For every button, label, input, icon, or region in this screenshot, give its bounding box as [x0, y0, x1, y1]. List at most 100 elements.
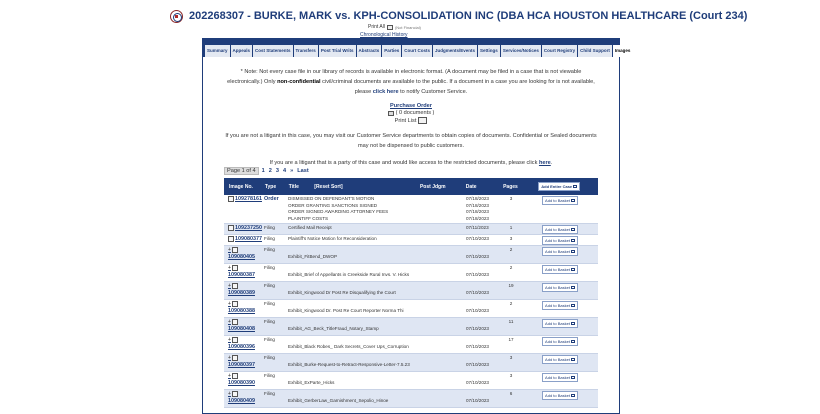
image-number[interactable]: 109080408 — [228, 326, 255, 332]
expand-icon[interactable]: + — [228, 319, 231, 325]
image-number-link[interactable]: +109080409 — [228, 391, 264, 404]
purchase-order-link[interactable]: Purchase Order — [225, 103, 597, 109]
document-date: 07/10/2023 — [466, 326, 489, 331]
col-type[interactable]: Type — [265, 184, 289, 190]
tab-transfers[interactable]: Transfers — [293, 45, 318, 57]
tab-summary[interactable]: Summary — [205, 45, 230, 57]
image-number-link[interactable]: 109237250 — [228, 225, 264, 231]
col-title: Title [Reset Sort] — [289, 184, 420, 190]
tab-post-trial-writs[interactable]: Post Trial Writs — [318, 45, 356, 57]
image-number-link[interactable]: +109080388 — [228, 301, 264, 314]
post-jdgm-cell — [420, 235, 466, 245]
add-to-basket-button[interactable]: Add to Basket — [542, 391, 578, 400]
document-icon — [231, 373, 238, 379]
add-to-basket-button[interactable]: Add to Basket — [542, 247, 578, 256]
col-title-label[interactable]: Title — [289, 184, 299, 190]
title-cell: Exhibit_Black Robes_ Dark Secrets_Cover … — [288, 336, 420, 353]
page-link[interactable]: 2 — [269, 168, 272, 174]
expand-icon[interactable]: + — [228, 391, 231, 397]
expand-icon[interactable]: + — [228, 355, 231, 361]
col-date[interactable]: Date — [466, 184, 500, 190]
image-number-link[interactable]: +109080397 — [228, 355, 264, 368]
image-number[interactable]: 109278161 — [235, 196, 262, 202]
image-number[interactable]: 109080396 — [228, 344, 255, 350]
date-cell: 07/10/2023 — [466, 235, 500, 245]
tab-judgments-events[interactable]: Judgments/Events — [433, 45, 478, 57]
image-number[interactable]: 109080397 — [228, 362, 255, 368]
add-entire-case-button[interactable]: Add Entire Case — [538, 182, 581, 191]
type-cell: Filing — [264, 283, 275, 288]
image-number[interactable]: 109080388 — [228, 308, 255, 314]
page-link[interactable]: 4 — [283, 168, 286, 174]
case-title: 202268307 - BURKE, MARK vs. KPH-CONSOLID… — [189, 10, 748, 22]
tab-parties[interactable]: Parties — [382, 45, 402, 57]
image-number[interactable]: 109080389 — [228, 290, 255, 296]
expand-icon[interactable]: + — [228, 247, 231, 253]
image-number-link[interactable]: +109080387 — [228, 265, 264, 278]
add-to-basket-button[interactable]: Add to Basket — [542, 265, 578, 274]
pages-cell: 17 — [508, 337, 514, 342]
document-icon — [231, 355, 238, 361]
tab-court-registry[interactable]: Court Registry — [541, 45, 578, 57]
document-icon-group: + — [228, 337, 238, 343]
document-title: Plaintiff's Notice Motion for Reconsider… — [288, 236, 377, 241]
image-number-link[interactable]: 109278161 — [228, 196, 264, 202]
expand-icon[interactable]: + — [228, 373, 231, 379]
tab-child-support[interactable]: Child Support — [578, 45, 612, 57]
expand-icon[interactable]: + — [228, 265, 231, 271]
add-to-basket-button[interactable]: Add to Basket — [542, 196, 578, 205]
image-number[interactable]: 109080387 — [228, 272, 255, 278]
add-to-basket-button[interactable]: Add to Basket — [542, 319, 578, 328]
image-number-link[interactable]: +109080389 — [228, 283, 264, 296]
add-to-basket-button[interactable]: Add to Basket — [542, 373, 578, 382]
expand-icon[interactable]: + — [228, 337, 231, 343]
expand-icon[interactable]: + — [228, 283, 231, 289]
page-link[interactable]: 3 — [276, 168, 279, 174]
add-to-basket-button[interactable]: Add to Basket — [542, 301, 578, 310]
expand-icon[interactable]: + — [228, 301, 231, 307]
tab-cost-statements[interactable]: Cost Statements — [253, 45, 293, 57]
tab-images[interactable]: Images — [612, 45, 633, 57]
tab-court-costs[interactable]: Court Costs — [402, 45, 433, 57]
tab-services-notices[interactable]: Services/Notices — [500, 45, 541, 57]
restricted-access-link[interactable]: here — [539, 160, 551, 166]
add-to-basket-button[interactable]: Add to Basket — [542, 337, 578, 346]
title-cell: Exhibit_Kingwood Dr. Post Re Court Repor… — [288, 300, 420, 317]
col-image-no[interactable]: Image No. — [225, 184, 265, 190]
table-row: +109080389 Filing Exhibit_Kingwood Dr Post… — [224, 282, 598, 300]
reset-sort-link[interactable]: [Reset Sort] — [314, 184, 342, 190]
image-number[interactable]: 109080377 — [235, 236, 262, 242]
tab-abstracts[interactable]: Abstracts — [356, 45, 382, 57]
printer-icon[interactable] — [386, 24, 393, 30]
pagination: Page 1 of 4 1 2 3 4 » Last — [224, 167, 313, 175]
image-number[interactable]: 109080405 — [228, 254, 255, 260]
basket-icon — [570, 268, 575, 271]
document-icon — [231, 337, 238, 343]
document-date: 07/10/2023 — [466, 398, 489, 403]
document-title: Exhibit_Burke-Request-to-Retract-Respons… — [288, 362, 410, 367]
page-link[interactable]: 1 — [262, 168, 265, 174]
image-number[interactable]: 109080409 — [228, 398, 255, 404]
image-number-link[interactable]: +109080396 — [228, 337, 264, 350]
page-link[interactable]: » — [290, 168, 293, 174]
image-number[interactable]: 109237250 — [235, 225, 262, 231]
print-list-printer-icon[interactable] — [418, 117, 428, 124]
image-number[interactable]: 109080390 — [228, 380, 255, 386]
documents-count-row: ( 0 documents ) — [225, 110, 597, 116]
notify-customer-service-link[interactable]: click here — [373, 89, 399, 95]
image-number-link[interactable]: +109080408 — [228, 319, 264, 332]
image-number-link[interactable]: 109080377 — [228, 236, 264, 242]
document-icon — [228, 225, 234, 231]
col-pages[interactable]: Pages — [500, 184, 522, 190]
image-number-link[interactable]: +109080390 — [228, 373, 264, 386]
image-number-link[interactable]: +109080405 — [228, 247, 264, 260]
tab-appeals[interactable]: Appeals — [230, 45, 253, 57]
add-to-basket-button[interactable]: Add to Basket — [542, 236, 578, 245]
add-to-basket-button[interactable]: Add to Basket — [542, 283, 578, 292]
tab-settings[interactable]: Settings — [478, 45, 500, 57]
page-link[interactable]: Last — [297, 168, 309, 174]
col-post-jdgm[interactable]: Post Jdgm — [420, 184, 466, 190]
document-icon — [231, 283, 238, 289]
add-to-basket-button[interactable]: Add to Basket — [542, 355, 578, 364]
add-to-basket-button[interactable]: Add to Basket — [542, 225, 578, 234]
